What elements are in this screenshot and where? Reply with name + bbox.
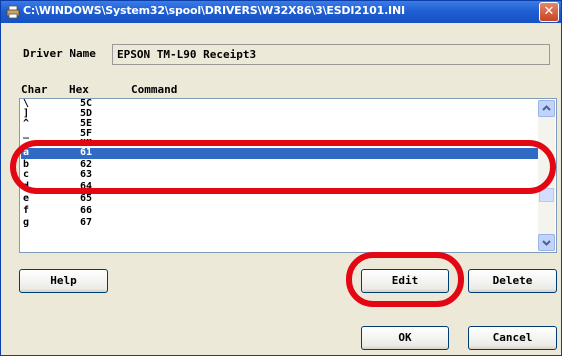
help-button[interactable]: Help (19, 269, 108, 293)
close-button[interactable]: ✕ (539, 2, 559, 22)
scroll-up-button[interactable] (538, 100, 555, 117)
delete-button[interactable]: Delete (468, 269, 557, 293)
hex-cell: 67 (80, 217, 93, 228)
cancel-button[interactable]: Cancel (468, 326, 557, 350)
char-cell: g (23, 217, 30, 228)
printer-icon (6, 5, 20, 19)
char-cell: _ (23, 128, 30, 139)
list-item[interactable]: e 65 (21, 194, 539, 204)
scroll-down-button[interactable] (538, 234, 555, 251)
hex-cell: 65 (80, 193, 93, 204)
command-column-header: Command (131, 83, 178, 96)
char-cell: e (23, 193, 30, 204)
hex-column-header: Hex (69, 83, 89, 96)
ok-button[interactable]: OK (361, 326, 449, 350)
hex-cell: 66 (80, 205, 93, 216)
title-bar[interactable]: C:\WINDOWS\System32\spool\DRIVERS\W32X86… (1, 1, 561, 23)
chevron-down-icon (542, 240, 551, 246)
list-item[interactable]: ^ 5E (21, 119, 539, 129)
list-item[interactable]: ] 5D (21, 109, 539, 119)
char-cell: f (23, 205, 30, 216)
list-item[interactable]: \ 5C (21, 99, 539, 109)
window-title: C:\WINDOWS\System32\spool\DRIVERS\W32X86… (23, 4, 405, 17)
highlight-selected-row-annotation (10, 140, 556, 194)
char-column-header: Char (21, 83, 48, 96)
driver-name-field: EPSON TM-L90 Receipt3 (112, 44, 550, 65)
list-item[interactable]: _ 5F (21, 129, 539, 139)
list-item[interactable]: f 66 (21, 206, 539, 216)
list-item[interactable]: g 67 (21, 218, 539, 228)
highlight-edit-button-annotation (346, 252, 464, 307)
hex-cell: 5F (80, 128, 93, 139)
chevron-up-icon (542, 105, 551, 111)
driver-name-label: Driver Name (23, 47, 96, 60)
